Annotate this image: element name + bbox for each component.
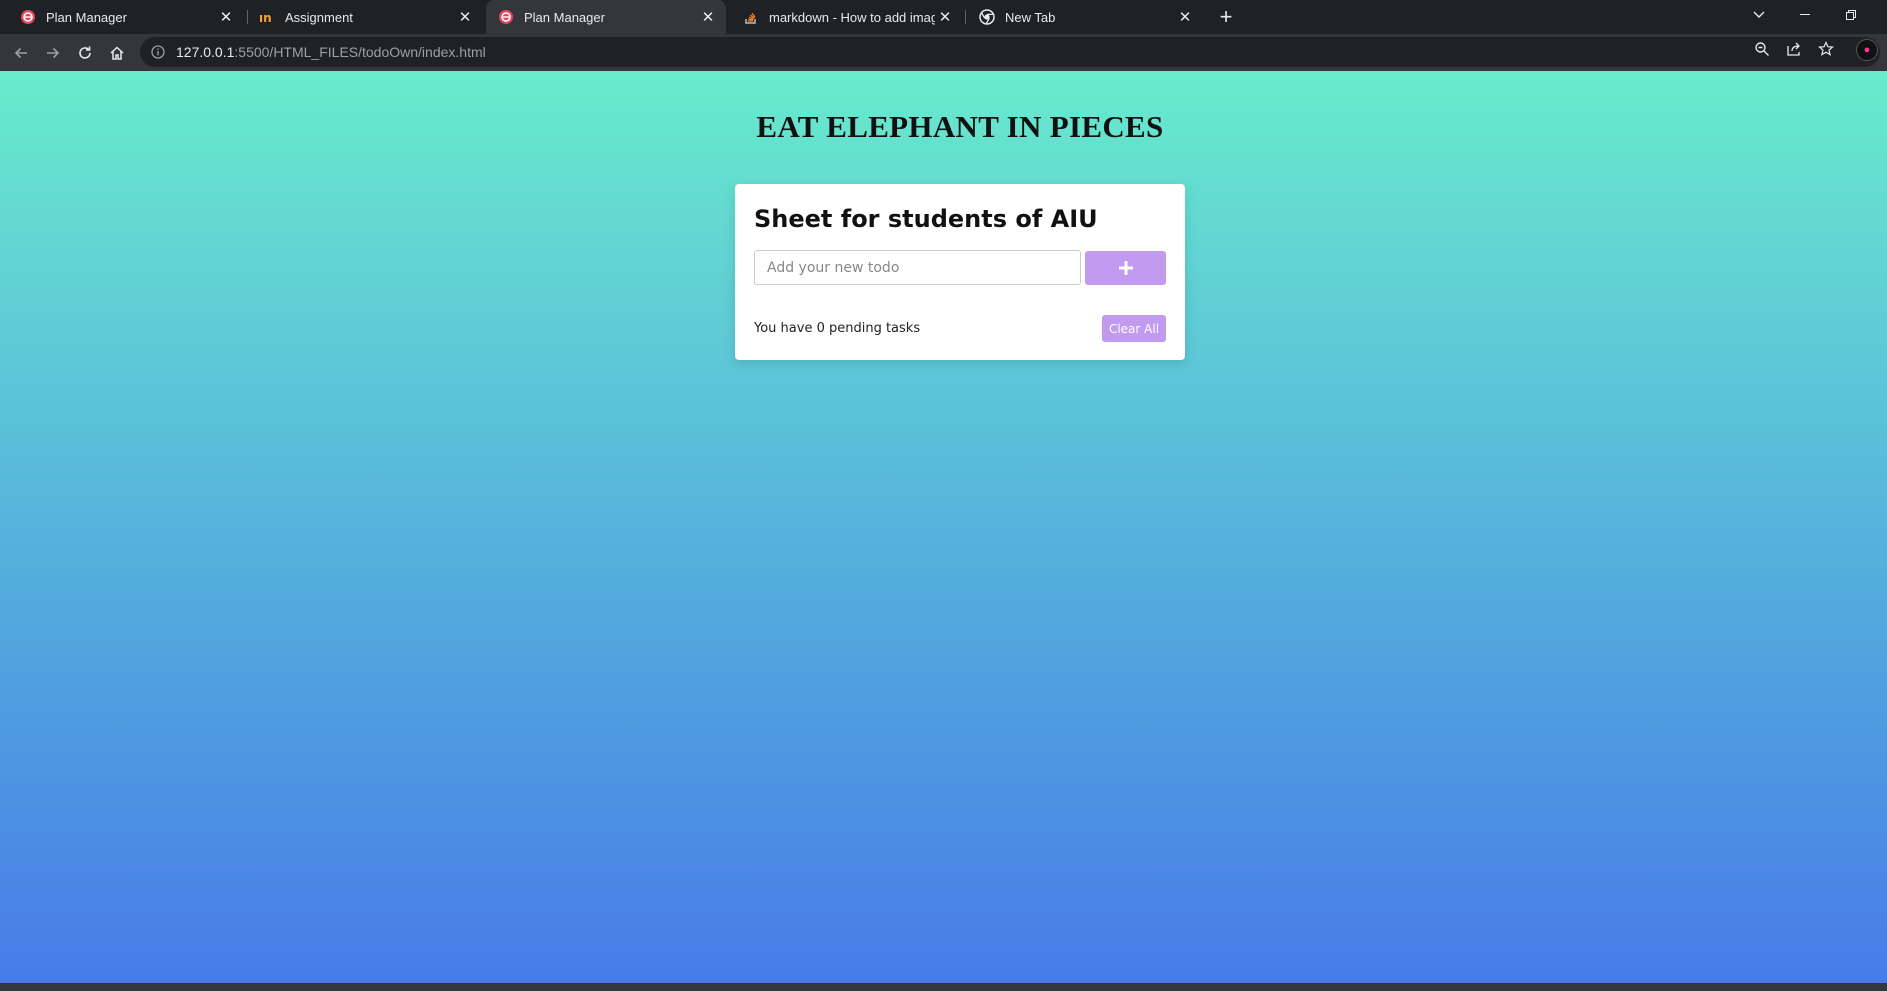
pending-tasks-text: You have 0 pending tasks xyxy=(754,321,921,336)
back-arrow-icon[interactable] xyxy=(7,39,35,67)
bookmark-star-icon[interactable] xyxy=(1815,38,1837,60)
url-path: :5500/HTML_FILES/todoOwn/index.html xyxy=(234,44,486,60)
tab-assignment[interactable]: ın Assignment ✕ xyxy=(239,0,483,34)
forward-arrow-icon[interactable] xyxy=(39,39,67,67)
plus-icon xyxy=(1118,261,1133,275)
page-viewport: EAT ELEPHANT IN PIECES Sheet for student… xyxy=(0,71,1887,983)
svg-text:ın: ın xyxy=(259,11,272,25)
tab-title: Plan Manager xyxy=(46,9,127,25)
url-host: 127.0.0.1 xyxy=(176,44,235,60)
tab-title: markdown - How to add images xyxy=(769,9,935,25)
reload-icon[interactable] xyxy=(71,39,99,67)
minimize-icon[interactable] xyxy=(1782,0,1828,30)
tab-search-chevron-icon[interactable] xyxy=(1736,0,1782,30)
assignment-icon: ın xyxy=(259,9,275,25)
tab-new-tab[interactable]: New Tab ✕ xyxy=(959,0,1203,34)
home-icon[interactable] xyxy=(103,39,131,67)
tab-markdown[interactable]: markdown - How to add images ✕ xyxy=(723,0,963,34)
tab-title: New Tab xyxy=(1005,9,1056,25)
plan-manager-icon xyxy=(498,9,514,25)
tab-plan-manager-2[interactable]: Plan Manager ✕ xyxy=(486,0,726,34)
tab-title: Plan Manager xyxy=(524,9,605,25)
bottom-strip xyxy=(0,983,1887,991)
address-bar[interactable]: 127.0.0.1:5500/HTML_FILES/todoOwn/index.… xyxy=(140,37,1880,67)
card-title: Sheet for students of AIU xyxy=(754,205,1098,233)
tab-plan-manager-1[interactable]: Plan Manager ✕ xyxy=(0,0,244,34)
browser-toolbar: 127.0.0.1:5500/HTML_FILES/todoOwn/index.… xyxy=(0,34,1887,71)
tab-close-icon[interactable]: ✕ xyxy=(698,7,718,27)
clear-all-button[interactable]: Clear All xyxy=(1102,315,1166,342)
site-info-icon[interactable] xyxy=(150,44,166,60)
restore-icon[interactable] xyxy=(1828,0,1874,30)
new-tab-plus-icon[interactable]: + xyxy=(1214,4,1238,29)
zoom-icon[interactable] xyxy=(1751,38,1773,60)
profile-avatar-icon[interactable]: ● xyxy=(1856,39,1878,61)
tab-close-icon[interactable]: ✕ xyxy=(1175,7,1195,27)
tab-close-icon[interactable]: ✕ xyxy=(935,7,955,27)
add-todo-button[interactable] xyxy=(1085,251,1166,285)
tab-close-icon[interactable]: ✕ xyxy=(216,7,236,27)
tab-title: Assignment xyxy=(285,9,353,25)
stackoverflow-icon xyxy=(743,9,759,25)
todo-card: Sheet for students of AIU You have 0 pen… xyxy=(735,184,1185,360)
plan-manager-icon xyxy=(20,9,36,25)
tab-close-icon[interactable]: ✕ xyxy=(455,7,475,27)
url-text: 127.0.0.1:5500/HTML_FILES/todoOwn/index.… xyxy=(176,44,486,60)
todo-input[interactable] xyxy=(754,250,1081,285)
share-icon[interactable] xyxy=(1783,38,1805,60)
chrome-icon xyxy=(979,9,995,25)
tab-strip: Plan Manager ✕ ın Assignment ✕ Plan Mana… xyxy=(0,0,1887,34)
page-heading: EAT ELEPHANT IN PIECES xyxy=(756,109,1164,144)
